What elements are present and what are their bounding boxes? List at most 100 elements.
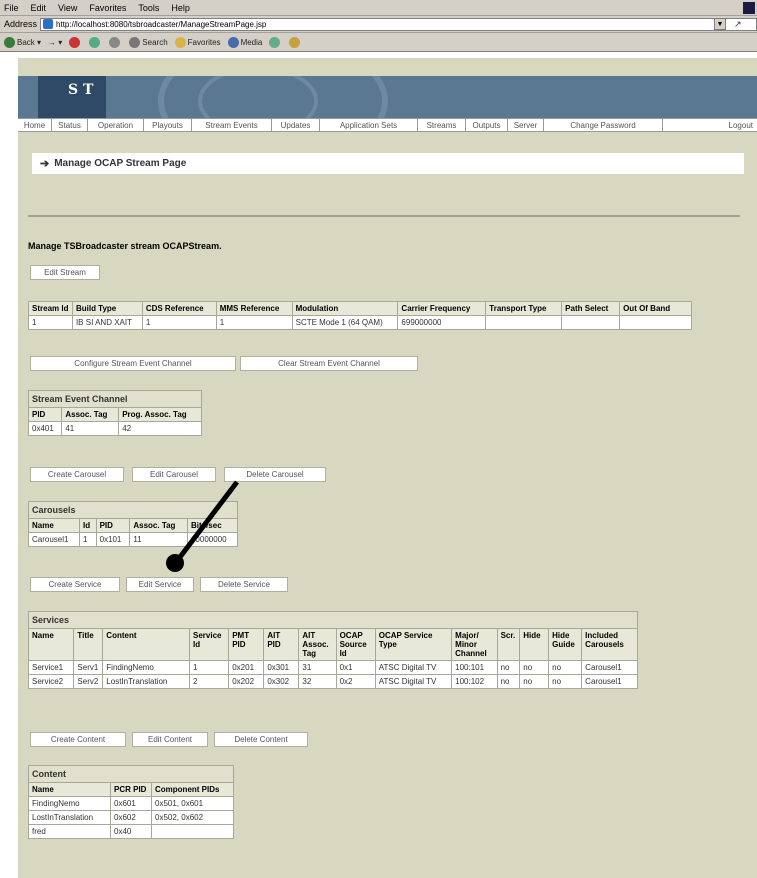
- table-cell: ATSC Digital TV: [374, 660, 453, 675]
- delete-carousel-button[interactable]: Delete Carousel: [224, 467, 326, 482]
- edit-stream-button[interactable]: Edit Stream: [30, 265, 100, 280]
- table-cell: 0x301: [263, 660, 300, 675]
- table-cell: Service1: [27, 660, 75, 675]
- nav-change-password[interactable]: Change Password: [544, 119, 663, 132]
- forward-button[interactable]: → ▾: [48, 38, 62, 47]
- delete-service-button[interactable]: Delete Service: [200, 577, 288, 592]
- table-cell: 0x1: [335, 660, 376, 675]
- table-row[interactable]: Service1 Serv1 FindingNemo 1 0x201 0x301…: [27, 660, 638, 675]
- column-header: Id: [79, 518, 97, 533]
- column-header: Assoc. Tag: [129, 518, 188, 533]
- url-input[interactable]: http://localhost:8080/tsbroadcaster/Mana…: [40, 17, 757, 31]
- carousel-id-cell: 1: [79, 532, 97, 547]
- table-row[interactable]: Carousel1 1 0x101 11 10000000: [27, 532, 239, 547]
- table-header-row: Name Id PID Assoc. Tag Bits/sec: [27, 518, 239, 533]
- divider: [28, 215, 740, 217]
- column-header: Included Carousels: [581, 628, 638, 661]
- history-button[interactable]: [269, 36, 282, 48]
- favorites-button[interactable]: Favorites: [174, 36, 221, 48]
- edit-content-button[interactable]: Edit Content: [132, 732, 208, 747]
- nav-playouts[interactable]: Playouts: [144, 119, 192, 132]
- table-row[interactable]: Service2 Serv2 LostInTranslation 2 0x202…: [27, 674, 638, 689]
- stream-table: Stream Id Build Type CDS Reference MMS R…: [28, 301, 692, 330]
- column-header: PCR PID: [110, 782, 152, 797]
- carrier-frequency-cell: 699000000: [397, 315, 487, 330]
- table-cell: Service2: [27, 674, 75, 689]
- nav-server[interactable]: Server: [508, 119, 544, 132]
- search-button[interactable]: Search: [129, 36, 168, 48]
- column-header: PID: [95, 518, 131, 533]
- column-header: Name: [27, 628, 75, 661]
- table-row[interactable]: fred 0x40: [28, 824, 234, 839]
- favorites-icon: [174, 36, 186, 48]
- refresh-button[interactable]: [89, 36, 102, 48]
- component-pids-cell: 0x501, 0x601: [151, 796, 234, 811]
- carousel-name-cell: Carousel1: [27, 532, 81, 547]
- carousel-bitrate-cell: 10000000: [186, 532, 239, 547]
- page-title: Manage OCAP Stream Page: [54, 158, 187, 169]
- table-cell: 100:102: [451, 674, 498, 689]
- column-header: Prog. Assoc. Tag: [118, 407, 202, 422]
- nav-application-sets[interactable]: Application Sets: [320, 119, 418, 132]
- menu-favorites[interactable]: Favorites: [89, 3, 126, 13]
- nav-updates[interactable]: Updates: [272, 119, 320, 132]
- column-header: Bits/sec: [186, 518, 239, 533]
- column-header: AIT Assoc. Tag: [298, 628, 337, 661]
- table-cell: 0x202: [228, 674, 265, 689]
- carousel-pid-cell: 0x101: [95, 532, 131, 547]
- column-header: Path Select: [561, 301, 621, 316]
- column-header: Stream Id: [28, 301, 73, 316]
- media-button[interactable]: Media: [227, 36, 262, 48]
- back-label: Back: [17, 37, 35, 47]
- table-cell: Carousel1: [581, 660, 638, 675]
- column-header: Scr.: [496, 628, 521, 661]
- delete-content-button[interactable]: Delete Content: [214, 732, 308, 747]
- carousel-assoc-tag-cell: 11: [129, 532, 188, 547]
- nav-outputs[interactable]: Outputs: [466, 119, 508, 132]
- mms-reference-cell: 1: [215, 315, 293, 330]
- back-button[interactable]: Back ▾: [4, 36, 41, 48]
- nav-stream-events[interactable]: Stream Events: [192, 119, 272, 132]
- stream-id-cell: 1: [28, 315, 73, 330]
- configure-stream-event-channel-button[interactable]: Configure Stream Event Channel: [30, 356, 236, 371]
- address-dropdown-icon[interactable]: ▼: [714, 18, 726, 30]
- go-icon[interactable]: ↗: [734, 19, 742, 30]
- column-header: Out Of Band: [619, 301, 692, 316]
- stop-button[interactable]: [69, 36, 82, 48]
- mail-button[interactable]: [289, 36, 302, 48]
- menu-help[interactable]: Help: [171, 3, 190, 13]
- windows-logo-icon: [743, 2, 755, 14]
- nav-streams[interactable]: Streams: [418, 119, 466, 132]
- home-button[interactable]: [109, 36, 122, 48]
- table-cell: 0x2: [335, 674, 376, 689]
- nav-status[interactable]: Status: [52, 119, 88, 132]
- table-caption: Content: [28, 765, 234, 783]
- nav-home[interactable]: Home: [18, 119, 52, 132]
- table-cell: FindingNemo: [102, 660, 190, 675]
- edit-carousel-button[interactable]: Edit Carousel: [132, 467, 216, 482]
- table-header-row: Name Title Content Service Id PMT PID AI…: [27, 628, 638, 661]
- table-row[interactable]: 1 IB SI AND XAIT 1 1 SCTE Mode 1 (64 QAM…: [28, 315, 692, 330]
- component-pids-cell: [151, 824, 234, 839]
- create-content-button[interactable]: Create Content: [30, 732, 126, 747]
- nav-logout[interactable]: Logout: [663, 119, 757, 132]
- create-service-button[interactable]: Create Service: [30, 577, 120, 592]
- table-row[interactable]: FindingNemo 0x601 0x501, 0x601: [28, 796, 234, 811]
- menu-edit[interactable]: Edit: [31, 3, 47, 13]
- table-cell: Carousel1: [581, 674, 638, 689]
- edit-service-button[interactable]: Edit Service: [126, 577, 194, 592]
- nav-operation[interactable]: Operation: [88, 119, 144, 132]
- site-nav: Home Status Operation Playouts Stream Ev…: [18, 118, 757, 132]
- table-row[interactable]: LostInTranslation 0x602 0x502, 0x602: [28, 810, 234, 825]
- table-cell: ATSC Digital TV: [374, 674, 453, 689]
- menu-tools[interactable]: Tools: [138, 3, 159, 13]
- menu-file[interactable]: File: [4, 3, 19, 13]
- menu-view[interactable]: View: [58, 3, 77, 13]
- refresh-icon: [89, 36, 101, 48]
- table-cell: Serv1: [73, 660, 104, 675]
- table-header-row: Name PCR PID Component PIDs: [28, 782, 234, 797]
- create-carousel-button[interactable]: Create Carousel: [30, 467, 124, 482]
- clear-stream-event-channel-button[interactable]: Clear Stream Event Channel: [240, 356, 418, 371]
- history-icon: [269, 36, 281, 48]
- table-row[interactable]: 0x401 41 42: [27, 421, 202, 436]
